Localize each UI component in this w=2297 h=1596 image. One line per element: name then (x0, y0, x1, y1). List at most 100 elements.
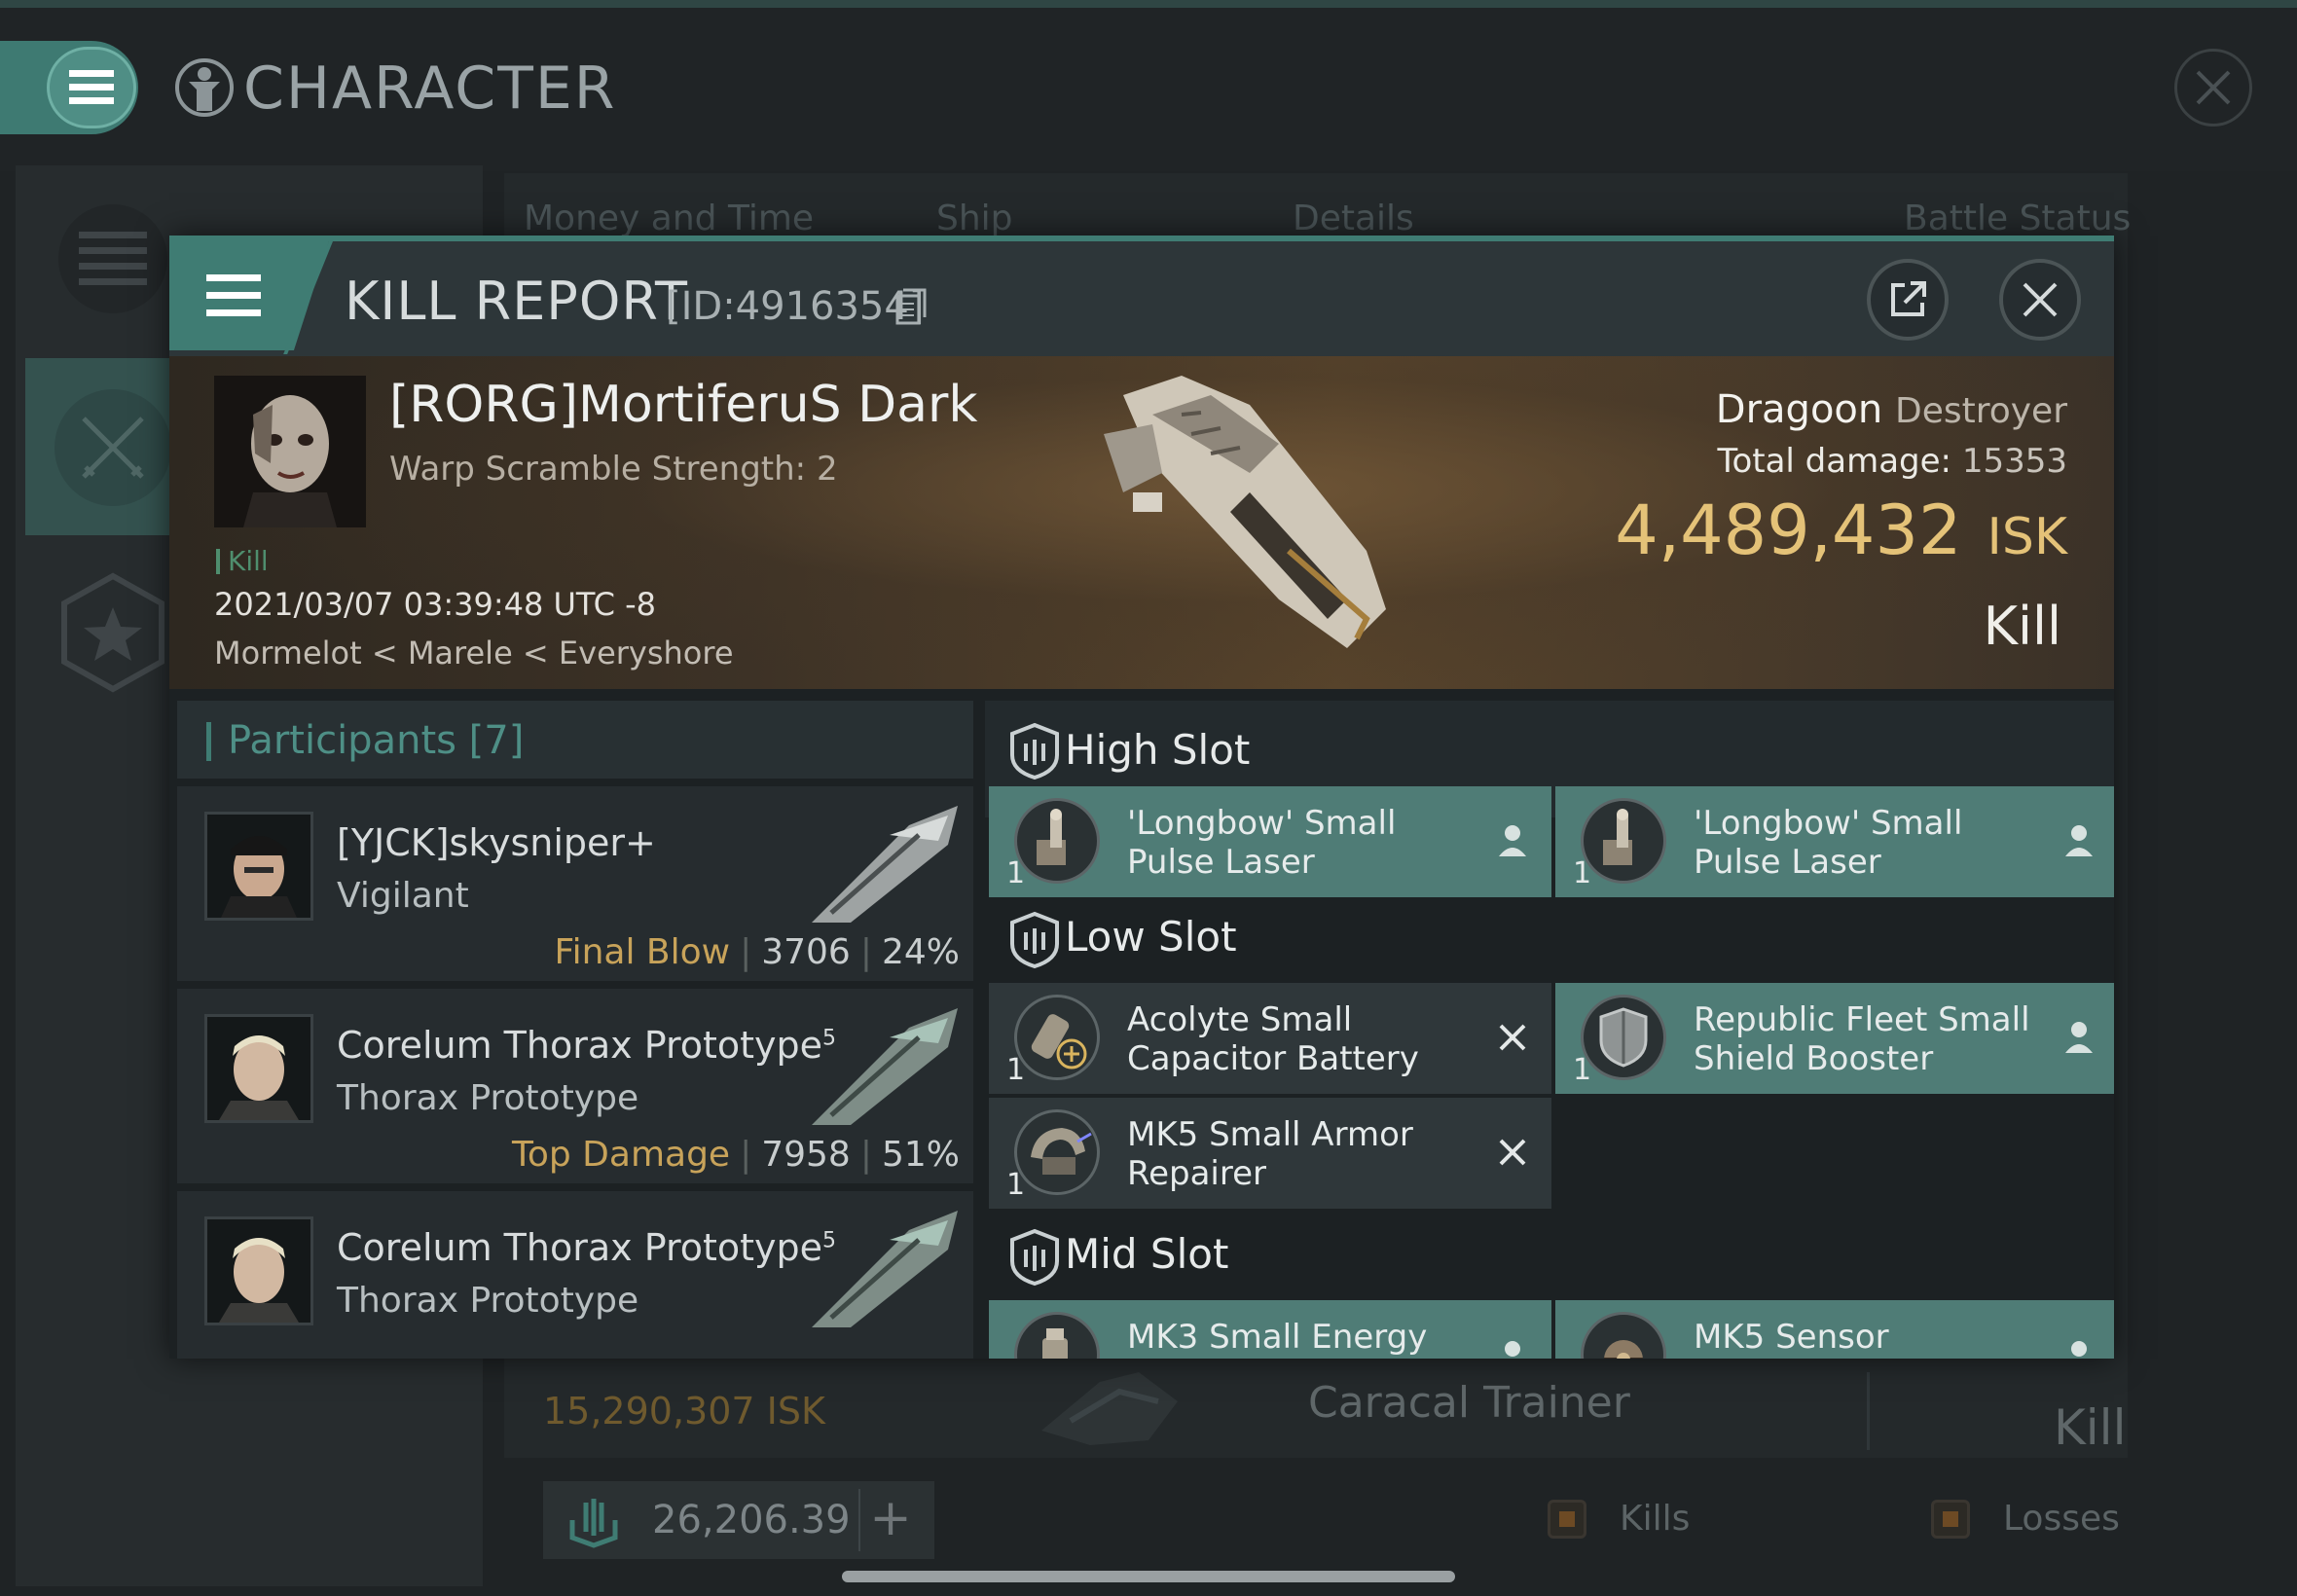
shield-booster-icon (1581, 995, 1666, 1080)
home-indicator (842, 1571, 1455, 1582)
module-name: MK5 Sensor (1694, 1318, 1889, 1357)
participant-ship-image (812, 1008, 958, 1125)
kill-report-id: [ID:4916354] (666, 284, 925, 329)
module-name: MK3 Small Energy (1127, 1318, 1428, 1357)
module-item[interactable]: 1 'Longbow' Small Pulse Laser (1555, 786, 2114, 897)
list-icon (79, 232, 147, 285)
participant-row[interactable]: Corelum Thorax Prototype5 Thorax Prototy… (177, 989, 973, 1183)
hamburger-icon (69, 70, 114, 104)
kill-result: Kill (1983, 596, 2061, 657)
legend-losses-label: Losses (2003, 1499, 2120, 1539)
hamburger-icon (206, 274, 261, 316)
top-damage-label: Top Damage (511, 1135, 731, 1175)
crossed-swords-icon (82, 417, 144, 479)
column-money-time: Money and Time (524, 199, 815, 238)
wallet-bar: 26,206.39 + (543, 1481, 934, 1559)
low-slot-title: Low Slot (1065, 913, 1237, 961)
slot-shield-icon (1010, 911, 1059, 969)
participant-stats: Top Damage | 7958 | 51% (511, 1135, 960, 1175)
module-item[interactable]: MK5 Sensor (1555, 1300, 2114, 1359)
module-item[interactable]: 1 Acolyte Small Capacitor Battery (989, 983, 1551, 1094)
participant-avatar (204, 1014, 313, 1123)
x-icon (1499, 1139, 1526, 1166)
pulse-laser-icon (1014, 798, 1100, 884)
module-quantity: 1 (1573, 856, 1592, 890)
legend-losses[interactable]: Losses (1931, 1499, 2120, 1539)
module-quantity: 1 (1573, 1053, 1592, 1087)
isk-value: 4,489,432 ISK (1615, 490, 2067, 570)
module-item[interactable]: 1 MK5 Small Armor Repairer (989, 1098, 1551, 1209)
isk-amount: 4,489,432 (1615, 490, 1962, 570)
participant-ship-image (812, 806, 958, 923)
participant-avatar (204, 1216, 313, 1325)
person-icon (2065, 1022, 2093, 1053)
high-slot-title: High Slot (1065, 726, 1251, 774)
participants-header[interactable]: Participants [7] (177, 701, 973, 779)
participant-damage: 3706 (761, 932, 851, 972)
module-name: 'Longbow' Small Pulse Laser (1127, 804, 1397, 882)
bg-row-isk: 15,290,307 ISK (543, 1390, 825, 1433)
add-isk-button[interactable]: + (858, 1489, 921, 1551)
participant-row[interactable]: [YJCK]skysniper+ Vigilant Final Blow | 370… (177, 786, 973, 981)
mid-slot-title: Mid Slot (1065, 1230, 1229, 1278)
energy-module-icon (1014, 1312, 1100, 1359)
participant-ship: Vigilant (337, 876, 469, 916)
participant-row[interactable]: Corelum Thorax Prototype5 Thorax Prototy… (177, 1191, 973, 1359)
share-button[interactable] (1867, 259, 1949, 341)
fitting-panel: High Slot 1 'Longbow' Small Pulse Laser … (985, 701, 2114, 1359)
bg-ship-image (1041, 1372, 1178, 1445)
kill-tag: Kill (216, 545, 269, 577)
external-link-icon (1891, 281, 1926, 316)
sidebar-item-achievements[interactable] (55, 569, 171, 696)
kill-datetime: 2021/03/07 03:39:48 UTC -8 (214, 586, 657, 623)
kill-location[interactable]: Mormelot < Marele < Everyshore (214, 635, 734, 671)
sidebar-item-combat[interactable] (55, 389, 171, 506)
window-close-button[interactable] (2174, 49, 2252, 127)
x-icon (1499, 1024, 1526, 1051)
participant-percent: 51% (881, 1135, 960, 1175)
capacitor-battery-icon (1014, 995, 1100, 1080)
module-name: MK5 Small Armor Repairer (1127, 1115, 1413, 1193)
victim-ship-name[interactable]: Dragoon (1716, 387, 1882, 432)
kill-report-header: KILL REPORT [ID:4916354] (169, 241, 2114, 356)
victim-ship-image[interactable] (958, 356, 1522, 689)
close-icon (2023, 282, 2058, 317)
legend-kills-label: Kills (1620, 1499, 1691, 1539)
module-quantity: 1 (1006, 856, 1026, 890)
module-quantity: 1 (1006, 1053, 1026, 1087)
victim-ship-title: Dragoon Destroyer (1716, 387, 2067, 432)
mid-slot-header: Mid Slot (985, 1215, 2114, 1300)
legend-kills[interactable]: Kills (1548, 1499, 1690, 1539)
participants-title: Participants [7] (228, 718, 525, 763)
bg-row-ship: Caracal Trainer (1308, 1378, 1630, 1428)
module-name: Republic Fleet Small Shield Booster (1694, 1000, 2030, 1078)
kill-report-close-button[interactable] (1999, 259, 2081, 341)
total-damage-label: Total damage: (1717, 442, 1952, 481)
person-icon (2065, 825, 2093, 856)
window-title: CHARACTER (243, 54, 617, 123)
total-damage-value: 15353 (1961, 442, 2067, 481)
top-strip (0, 0, 2297, 8)
participant-name: Corelum Thorax Prototype5 (337, 1226, 837, 1269)
column-battle-status: Battle Status (1904, 199, 2132, 238)
module-item[interactable]: 1 Republic Fleet Small Shield Booster (1555, 983, 2114, 1094)
victim-portrait[interactable] (214, 376, 366, 527)
sensor-icon (1581, 1312, 1666, 1359)
column-ship: Ship (936, 199, 1013, 238)
participant-ship-image (812, 1211, 958, 1327)
participant-stats: Final Blow | 3706 | 24% (554, 932, 960, 972)
module-name: Acolyte Small Capacitor Battery (1127, 1000, 1419, 1078)
module-item[interactable]: MK3 Small Energy (989, 1300, 1551, 1359)
sidebar-item-list[interactable] (58, 204, 167, 313)
victim-avatar-image (214, 376, 366, 527)
copy-icon[interactable] (895, 288, 927, 325)
pulse-laser-icon (1581, 798, 1666, 884)
victim-name[interactable]: [RORG]MortiferuS Dark (389, 376, 978, 434)
isk-unit: ISK (1987, 508, 2067, 566)
column-details: Details (1293, 199, 1414, 238)
participant-avatar (204, 812, 313, 921)
character-icon (175, 58, 234, 117)
main-menu-button[interactable] (47, 47, 136, 128)
armor-repairer-icon (1014, 1109, 1100, 1195)
module-item[interactable]: 1 'Longbow' Small Pulse Laser (989, 786, 1551, 897)
